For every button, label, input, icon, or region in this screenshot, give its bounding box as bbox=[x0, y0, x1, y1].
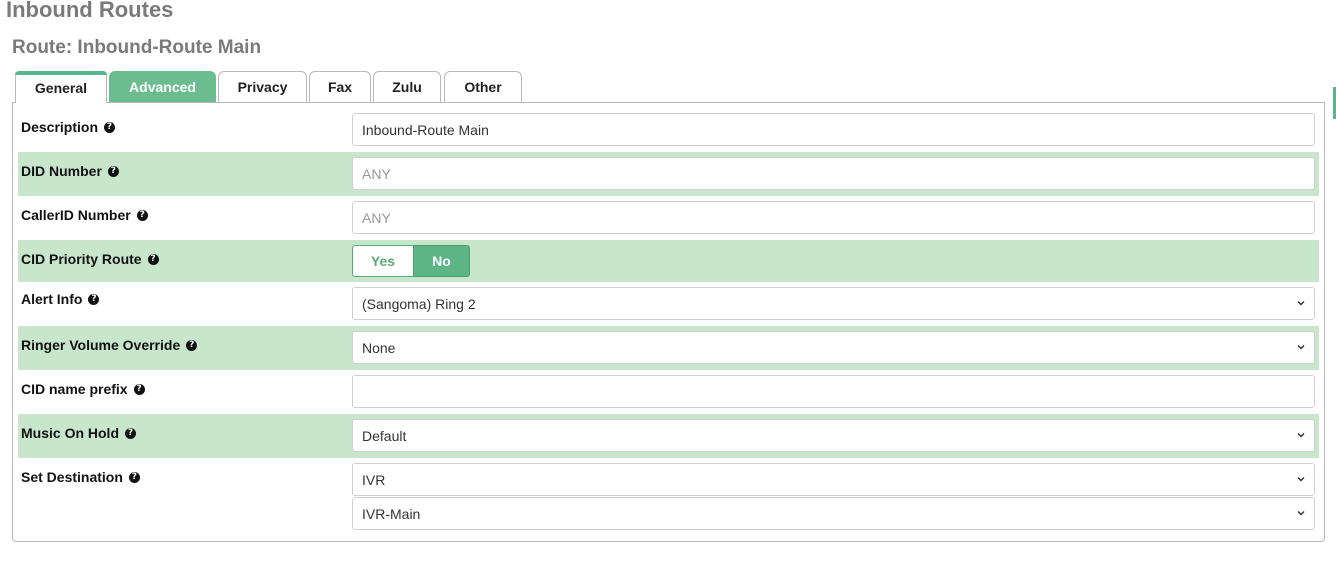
tab-other[interactable]: Other bbox=[444, 71, 522, 102]
cid-priority-yes-button[interactable]: Yes bbox=[352, 245, 413, 277]
description-label: Description ? bbox=[21, 119, 116, 135]
destination-target-select[interactable]: IVR-Main bbox=[352, 497, 1315, 530]
chevron-down-icon bbox=[1297, 476, 1305, 482]
did-number-input[interactable]: ANY bbox=[352, 157, 1315, 190]
cid-name-prefix-row: CID name prefix ? bbox=[18, 370, 1319, 414]
help-icon[interactable]: ? bbox=[147, 253, 159, 265]
callerid-number-label: CallerID Number ? bbox=[21, 207, 148, 223]
help-icon[interactable]: ? bbox=[104, 121, 116, 133]
cid-priority-route-row: CID Priority Route ? Yes No bbox=[18, 240, 1319, 282]
help-icon[interactable]: ? bbox=[88, 293, 100, 305]
tab-zulu[interactable]: Zulu bbox=[373, 71, 441, 102]
callerid-number-row: CallerID Number ? ANY bbox=[18, 196, 1319, 240]
destination-type-select[interactable]: IVR bbox=[352, 463, 1315, 496]
did-number-label: DID Number ? bbox=[21, 163, 119, 179]
help-icon[interactable]: ? bbox=[186, 339, 198, 351]
tab-privacy[interactable]: Privacy bbox=[218, 71, 307, 102]
music-on-hold-select[interactable]: Default bbox=[352, 419, 1315, 452]
ringer-volume-override-select[interactable]: None bbox=[352, 331, 1315, 364]
help-icon[interactable]: ? bbox=[133, 383, 145, 395]
chevron-down-icon bbox=[1297, 344, 1305, 350]
route-title: Route: Inbound-Route Main bbox=[12, 37, 262, 58]
tab-advanced[interactable]: Advanced bbox=[109, 71, 216, 102]
tab-fax[interactable]: Fax bbox=[309, 71, 371, 102]
music-on-hold-row: Music On Hold ? Default bbox=[18, 414, 1319, 458]
ringer-volume-override-row: Ringer Volume Override ? None bbox=[18, 326, 1319, 370]
set-destination-row: Set Destination ? IVR IVR-Main bbox=[18, 458, 1319, 534]
alert-info-label: Alert Info ? bbox=[21, 291, 100, 307]
help-icon[interactable]: ? bbox=[128, 471, 140, 483]
description-input[interactable]: Inbound-Route Main bbox=[352, 113, 1315, 146]
help-icon[interactable]: ? bbox=[136, 209, 148, 221]
chevron-down-icon bbox=[1297, 300, 1305, 306]
did-number-row: DID Number ? ANY bbox=[18, 152, 1319, 196]
alert-info-row: Alert Info ? (Sangoma) Ring 2 bbox=[18, 282, 1319, 326]
alert-info-select[interactable]: (Sangoma) Ring 2 bbox=[352, 287, 1315, 320]
help-icon[interactable]: ? bbox=[107, 165, 119, 177]
set-destination-label: Set Destination ? bbox=[21, 469, 140, 485]
ringer-volume-override-label: Ringer Volume Override ? bbox=[21, 337, 198, 353]
help-icon[interactable]: ? bbox=[125, 427, 136, 439]
cid-priority-route-toggle: Yes No bbox=[352, 245, 470, 277]
page-title: Inbound Routes bbox=[6, 0, 174, 22]
chevron-down-icon bbox=[1297, 432, 1305, 438]
cid-name-prefix-input[interactable] bbox=[352, 375, 1315, 408]
tab-general[interactable]: General bbox=[15, 71, 107, 103]
cid-priority-route-label: CID Priority Route ? bbox=[21, 251, 159, 267]
chevron-down-icon bbox=[1297, 510, 1305, 516]
callerid-number-input[interactable]: ANY bbox=[352, 201, 1315, 234]
description-row: Description ? Inbound-Route Main bbox=[18, 108, 1319, 152]
music-on-hold-label: Music On Hold ? bbox=[21, 425, 136, 441]
cid-priority-no-button[interactable]: No bbox=[413, 245, 470, 277]
cid-name-prefix-label: CID name prefix ? bbox=[21, 381, 145, 397]
